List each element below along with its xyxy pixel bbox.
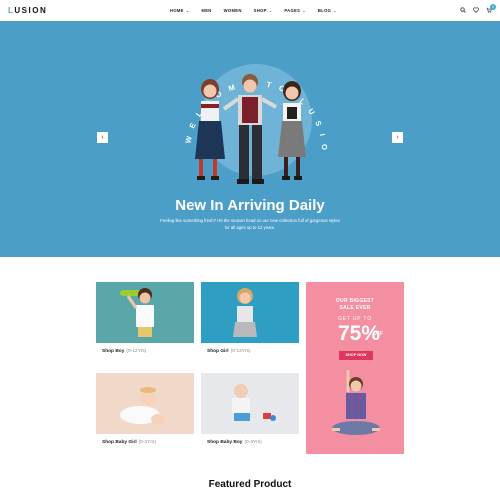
promo-off: OFF: [373, 331, 383, 337]
nav-pages-label: PAGES: [284, 8, 301, 13]
category-label-shop-baby-boy[interactable]: Shop Baby Boy (0-3Yrs): [201, 434, 299, 451]
chevron-down-icon: ⌄: [268, 8, 273, 13]
category-image-shop-girl[interactable]: [201, 282, 299, 343]
nav-home-label: HOME: [170, 8, 184, 13]
chevron-down-icon: ⌄: [185, 8, 190, 13]
carousel-next-button[interactable]: ›: [392, 132, 403, 143]
nav-home[interactable]: HOME ⌄: [170, 8, 189, 13]
logo-text: USION: [14, 6, 48, 15]
category-card-shop-boy[interactable]: Shop Boy (0-12Yrs): [96, 282, 194, 360]
nav-blog-label: BLOG: [317, 8, 332, 13]
sale-promo-banner[interactable]: OUR BIGGEST SALE EVER GET UP TO 75% OFF S…: [306, 282, 404, 454]
site-logo[interactable]: LUSION: [8, 6, 47, 15]
hero-title: New In Arriving Daily: [175, 197, 325, 214]
category-image-shop-baby-girl[interactable]: [96, 373, 194, 434]
nav-shop-label: SHOP: [253, 8, 267, 13]
nav-men[interactable]: MEN: [201, 8, 211, 13]
carousel-prev-button[interactable]: ‹: [97, 132, 108, 143]
nav-pages[interactable]: PAGES ⌄: [284, 8, 306, 13]
category-card-shop-baby-girl[interactable]: Shop Baby Girl (0-2Yrs): [96, 373, 194, 451]
category-name: Shop Girl: [207, 349, 229, 354]
cart-count-badge: 0: [490, 4, 496, 10]
main-nav: HOME ⌄ MEN WOMEN SHOP ⌄ PAGES ⌄ BLOG ⌄: [170, 8, 349, 13]
promo-line-2: SALE EVER: [339, 304, 371, 311]
category-age: (0-2Yrs): [138, 440, 156, 445]
nav-shop[interactable]: SHOP ⌄: [254, 8, 273, 13]
heart-icon[interactable]: [473, 7, 479, 13]
featured-product-heading: Featured Product: [208, 479, 292, 490]
nav-men-label: MEN: [201, 8, 212, 13]
nav-blog[interactable]: BLOG ⌄: [318, 8, 337, 13]
category-label-shop-girl[interactable]: Shop Girl (0-12Yrs): [201, 343, 299, 360]
category-image-shop-boy[interactable]: [96, 282, 194, 343]
nav-women-label: WOMEN: [223, 8, 242, 13]
category-card-shop-girl[interactable]: Shop Girl (0-12Yrs): [201, 282, 299, 360]
category-age: (0-12Yrs): [126, 349, 147, 354]
category-card-shop-baby-boy[interactable]: Shop Baby Boy (0-3Yrs): [201, 373, 299, 451]
category-name: Shop Boy: [102, 349, 125, 354]
hero-kids-image: [195, 74, 306, 184]
promo-headline: OUR BIGGEST SALE EVER: [306, 298, 404, 311]
promo-girl-image: [332, 370, 380, 435]
cart-icon[interactable]: 0: [486, 4, 496, 13]
category-name: Shop Baby Girl: [102, 440, 137, 445]
header-icons: 0: [460, 4, 496, 13]
chevron-left-icon: ‹: [101, 134, 104, 141]
category-age: (0-12Yrs): [230, 349, 251, 354]
chevron-right-icon: ›: [396, 134, 399, 141]
shop-now-button[interactable]: SHOP NOW: [339, 351, 373, 360]
nav-women[interactable]: WOMEN: [224, 8, 242, 13]
category-label-shop-boy[interactable]: Shop Boy (0-12Yrs): [96, 343, 194, 360]
hero-banner: WELCOME TO LUSION ‹ ›: [0, 21, 500, 257]
search-icon[interactable]: [460, 7, 466, 13]
category-image-shop-baby-boy[interactable]: [201, 373, 299, 434]
chevron-down-icon: ⌄: [302, 8, 306, 13]
category-label-shop-baby-girl[interactable]: Shop Baby Girl (0-2Yrs): [96, 434, 194, 451]
hero-subtitle: Feeling like something fresh? Hit the se…: [160, 218, 340, 230]
site-header: LUSION HOME ⌄ MEN WOMEN SHOP ⌄ PAGES ⌄ BLOG…: [0, 0, 500, 21]
category-age: (0-3Yrs): [244, 440, 262, 445]
chevron-down-icon: ⌄: [333, 8, 337, 13]
category-name: Shop Baby Boy: [207, 440, 243, 445]
